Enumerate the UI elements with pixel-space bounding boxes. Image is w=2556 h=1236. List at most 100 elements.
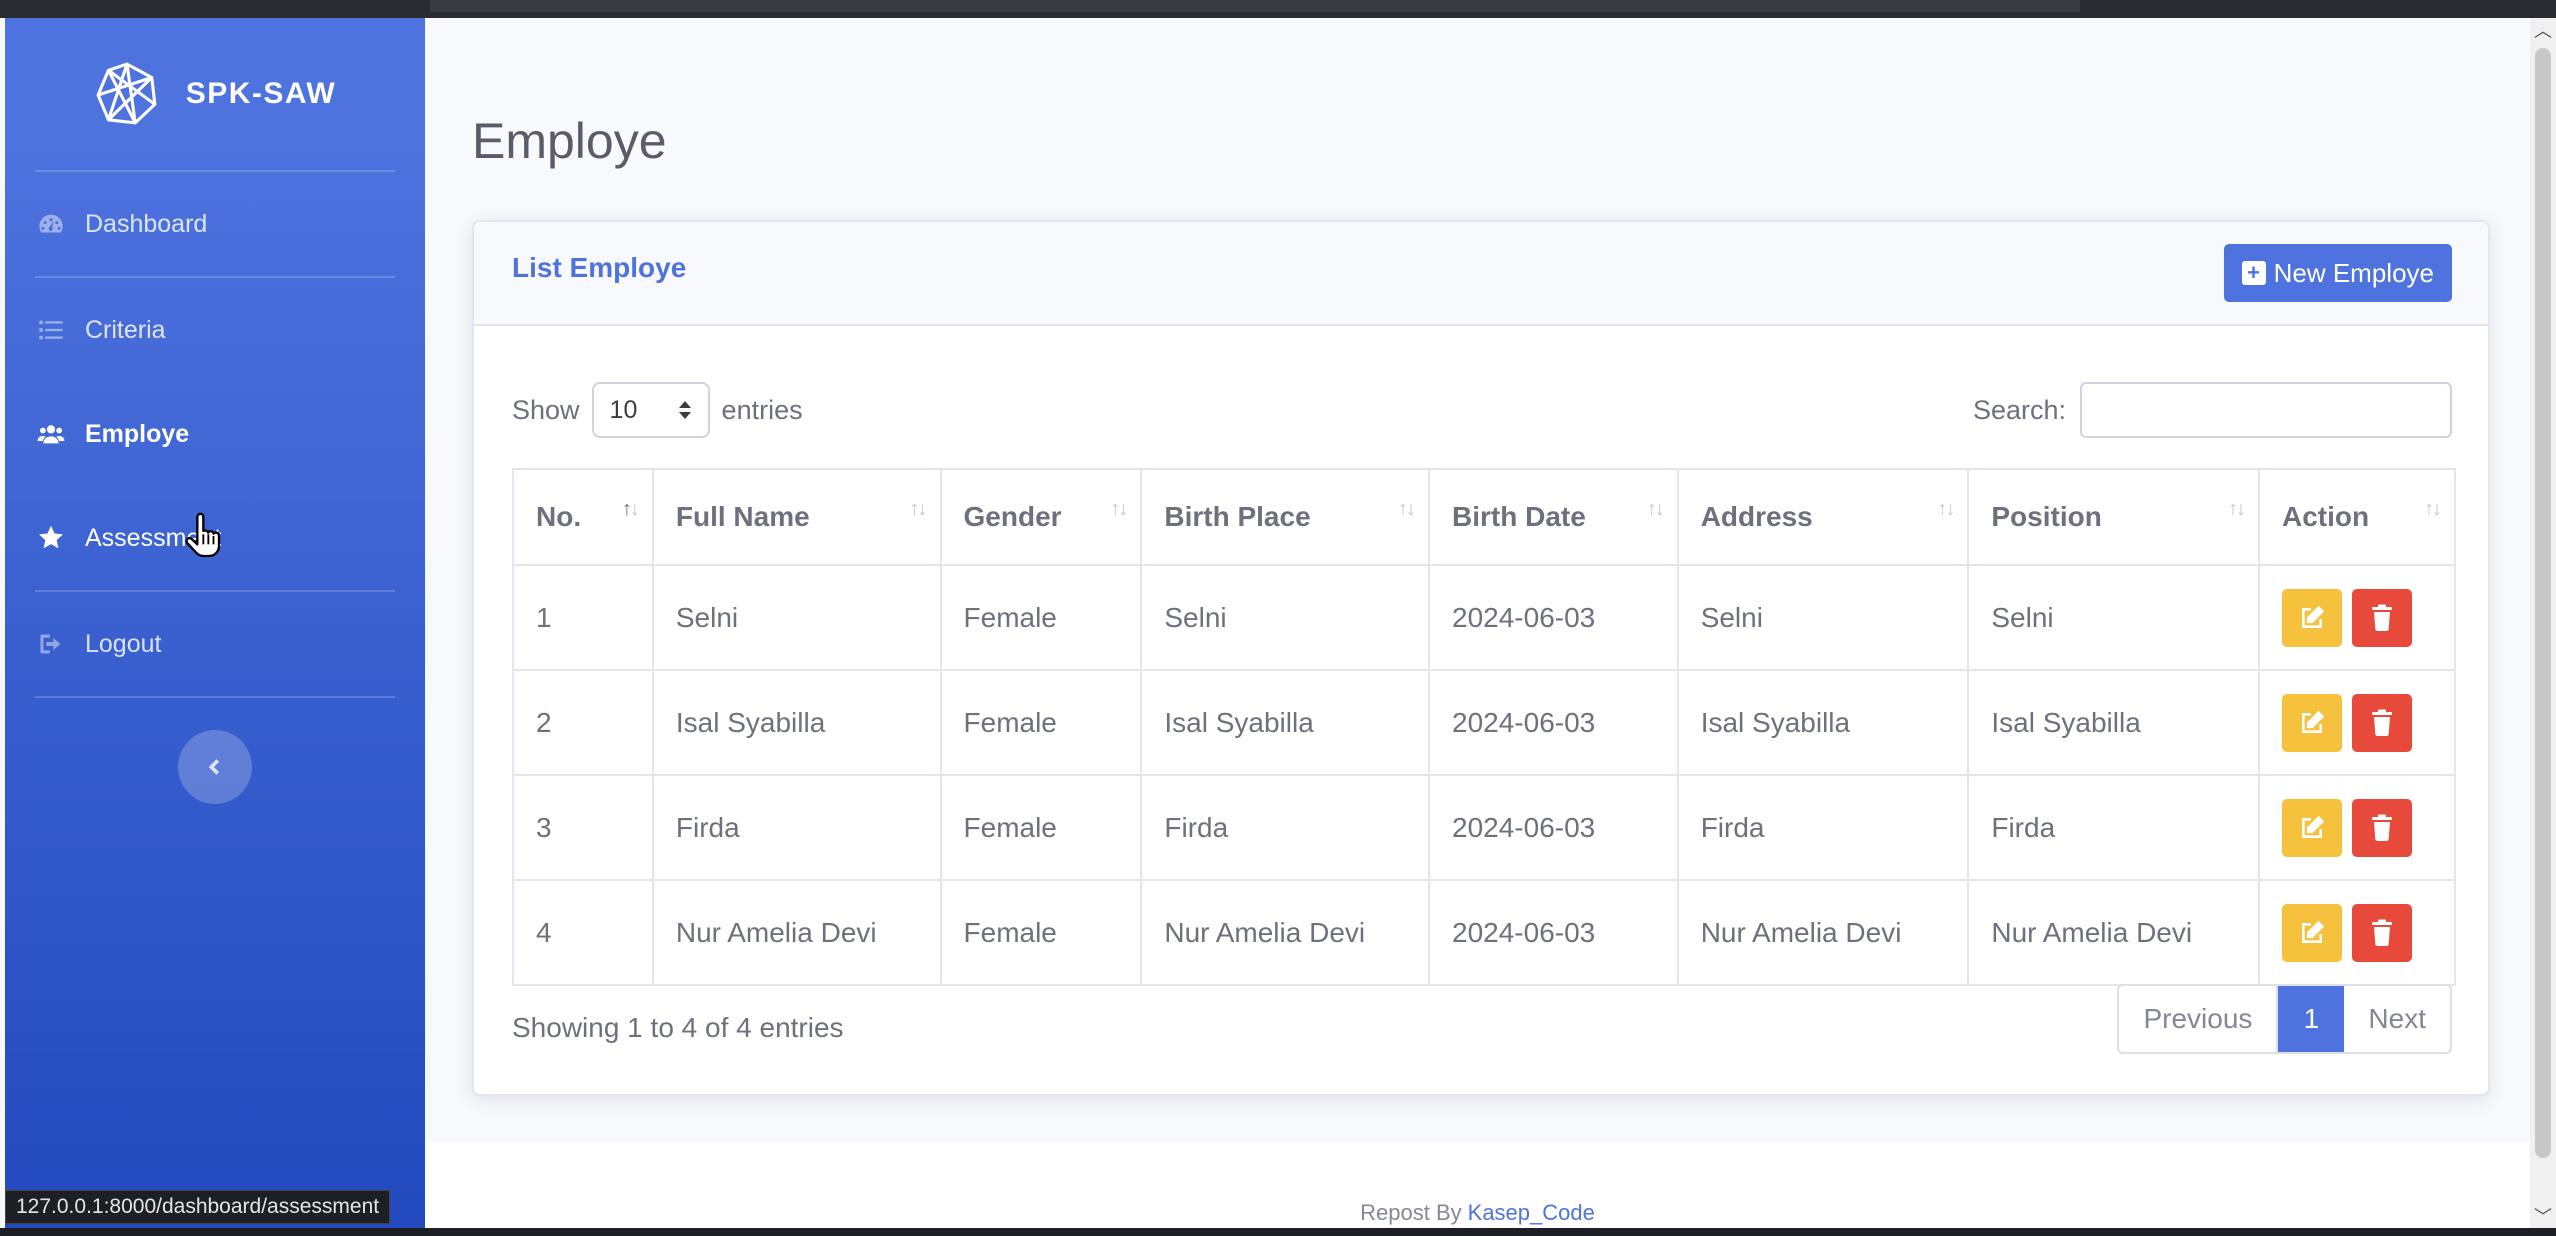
table-row: 1 Selni Female Selni 2024-06-03 Selni Selni — [512, 564, 2456, 671]
entries-select-value: 10 — [609, 395, 638, 424]
delete-button[interactable] — [2352, 798, 2413, 857]
footer-link[interactable]: Kasep_Code — [1468, 1200, 1595, 1226]
status-bar-url: 127.0.0.1:8000/dashboard/assessment — [5, 1190, 391, 1224]
table-info: Showing 1 to 4 of 4 entries — [512, 1012, 844, 1043]
sidebar-item-criteria[interactable]: Criteria — [5, 278, 425, 382]
footer-text: Repost By — [1360, 1200, 1462, 1225]
cell-birth-date: 2024-06-03 — [1428, 774, 1679, 881]
cell-position: Firda — [1967, 774, 2261, 881]
trash-icon — [2372, 919, 2393, 946]
cell-position: Selni — [1967, 564, 2261, 671]
browser-viewport: SPK-SAW Dashboard Criteria Employe Asses… — [0, 18, 2530, 1228]
employe-card: List Employe + New Employe Show 10 entri… — [472, 220, 2490, 1096]
cell-no: 3 — [512, 774, 654, 881]
search-input[interactable] — [2080, 382, 2452, 438]
cell-birth-date: 2024-06-03 — [1428, 669, 1679, 776]
sidebar-item-label: Logout — [85, 629, 162, 658]
edit-button[interactable] — [2282, 693, 2343, 752]
column-header-address[interactable]: Address ↑↓ — [1676, 468, 1970, 566]
new-employe-button[interactable]: + New Employe — [2223, 244, 2452, 302]
sort-icon: ↑↓ — [1110, 498, 1128, 520]
cell-no: 4 — [512, 879, 654, 986]
sort-icon: ↑↓ — [1646, 498, 1665, 520]
page-title: Employe — [472, 113, 667, 169]
cell-birth-place: Nur Amelia Devi — [1140, 879, 1431, 986]
brand-name: SPK-SAW — [185, 77, 337, 110]
users-icon — [35, 418, 67, 450]
cell-no: 1 — [512, 564, 654, 671]
chevron-left-icon — [208, 759, 220, 775]
trash-icon — [2372, 604, 2393, 631]
edit-button[interactable] — [2282, 903, 2343, 962]
sort-icon: ↑↓ — [1398, 498, 1416, 520]
sort-icon: ↑↓ — [621, 498, 640, 520]
pagination-page-1[interactable]: 1 — [2278, 986, 2345, 1052]
cell-action — [2258, 564, 2456, 671]
cell-birth-date: 2024-06-03 — [1428, 564, 1679, 671]
sidebar-item-label: Criteria — [85, 315, 166, 344]
column-header-gender[interactable]: Gender ↑↓ — [939, 468, 1143, 566]
edit-button[interactable] — [2282, 798, 2343, 857]
delete-button[interactable] — [2352, 588, 2413, 647]
edit-button[interactable] — [2282, 588, 2343, 647]
delete-button[interactable] — [2352, 693, 2413, 752]
footer: Repost By Kasep_Code — [425, 1142, 2530, 1228]
gauge-icon — [35, 208, 67, 240]
edit-icon — [2302, 605, 2325, 628]
cell-full-name: Isal Syabilla — [651, 669, 942, 776]
sidebar-item-employe[interactable]: Employe — [5, 382, 425, 486]
entries-select[interactable]: 10 — [591, 382, 710, 438]
hand-pointer-icon — [185, 512, 221, 558]
sort-icon: ↑↓ — [1937, 498, 1955, 520]
column-header-no[interactable]: No. ↑↓ — [512, 468, 654, 566]
cell-address: Nur Amelia Devi — [1676, 879, 1970, 986]
sort-icon: ↑↓ — [2424, 498, 2442, 520]
cell-full-name: Selni — [651, 564, 942, 671]
table-row: 4 Nur Amelia Devi Female Nur Amelia Devi 202… — [512, 879, 2456, 986]
plus-square-icon: + — [2241, 261, 2266, 285]
sidebar-item-dashboard[interactable]: Dashboard — [5, 172, 425, 276]
cell-action — [2258, 879, 2456, 986]
table-header-row: No. ↑↓ Full Name ↑↓ Gender ↑↓ Birth Place ↑↓… — [512, 468, 2456, 566]
cell-gender: Female — [939, 669, 1143, 776]
new-employe-label: New Employe — [2273, 257, 2434, 288]
employe-table: No. ↑↓ Full Name ↑↓ Gender ↑↓ Birth Place ↑↓… — [512, 468, 2456, 986]
column-header-action[interactable]: Action ↑↓ — [2258, 468, 2456, 566]
column-header-birth-date[interactable]: Birth Date ↑↓ — [1428, 468, 1679, 566]
entries-length-control: Show 10 entries — [512, 382, 803, 438]
pagination-previous[interactable]: Previous — [2119, 986, 2279, 1052]
edit-icon — [2302, 920, 2325, 943]
table-row: 2 Isal Syabilla Female Isal Syabilla 2024-06… — [512, 669, 2456, 776]
sidebar: SPK-SAW Dashboard Criteria Employe Asses… — [5, 18, 425, 1228]
sidebar-toggle-button[interactable] — [178, 730, 252, 804]
browser-tab-strip — [430, 0, 2080, 12]
scroll-up-icon[interactable]: ︿ — [2530, 18, 2556, 42]
cell-address: Firda — [1676, 774, 1970, 881]
list-icon — [35, 314, 67, 346]
cell-address: Selni — [1676, 564, 1970, 671]
scrollbar-thumb[interactable] — [2535, 48, 2551, 1158]
table-row: 3 Firda Female Firda 2024-06-03 Firda Firda — [512, 774, 2456, 881]
search-control: Search: — [1973, 382, 2452, 438]
column-header-birth-place[interactable]: Birth Place ↑↓ — [1140, 468, 1431, 566]
cell-birth-date: 2024-06-03 — [1428, 879, 1679, 986]
geodesic-sphere-icon — [96, 62, 157, 125]
sidebar-item-logout[interactable]: Logout — [5, 592, 425, 696]
column-header-full-name[interactable]: Full Name ↑↓ — [651, 468, 942, 566]
pagination: Previous 1 Next — [2117, 984, 2452, 1054]
sidebar-brand[interactable]: SPK-SAW — [5, 18, 425, 170]
pagination-next[interactable]: Next — [2344, 986, 2450, 1052]
edit-icon — [2302, 710, 2325, 733]
delete-button[interactable] — [2352, 903, 2413, 962]
select-arrows-icon — [678, 401, 691, 419]
star-icon — [35, 522, 67, 554]
page-scrollbar[interactable]: ︿ ﹀ — [2530, 18, 2556, 1228]
card-header: List Employe + New Employe — [474, 222, 2488, 326]
scroll-down-icon[interactable]: ﹀ — [2530, 1204, 2556, 1228]
search-label: Search: — [1972, 394, 2066, 425]
cell-position: Isal Syabilla — [1967, 669, 2261, 776]
cell-action — [2258, 669, 2456, 776]
cell-birth-place: Firda — [1140, 774, 1431, 881]
cell-address: Isal Syabilla — [1676, 669, 1970, 776]
column-header-position[interactable]: Position ↑↓ — [1967, 468, 2261, 566]
